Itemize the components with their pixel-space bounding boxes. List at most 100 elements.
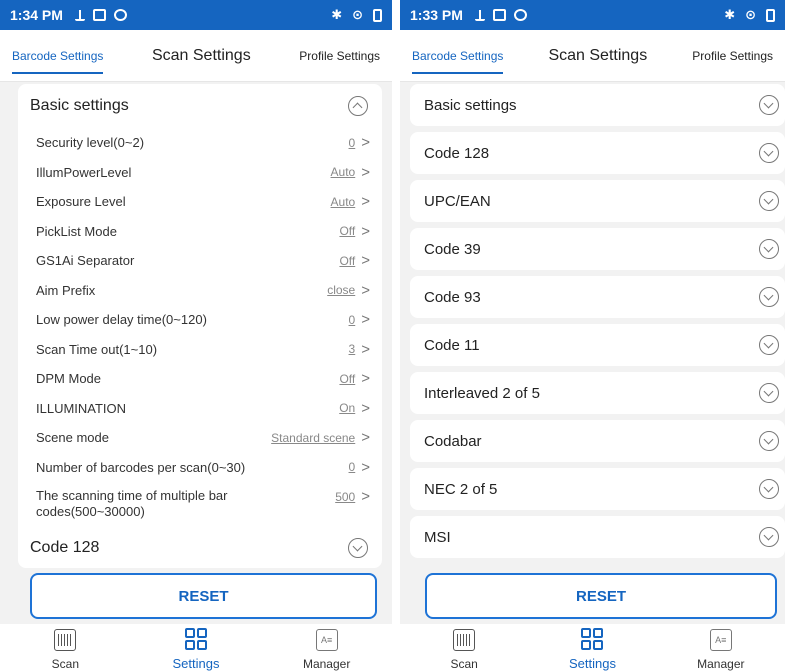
section-title: Basic settings [424, 96, 517, 114]
nav-settings[interactable]: Settings [151, 628, 241, 671]
chevron-down-icon[interactable] [759, 335, 779, 355]
nav-label: Manager [697, 657, 745, 671]
setting-row[interactable]: Exposure Level Auto > [18, 187, 382, 217]
chevron-down-icon[interactable] [759, 527, 779, 547]
wifi-icon: ⊙ [745, 7, 756, 22]
setting-row[interactable]: Scan Time out(1~10) 3 > [18, 335, 382, 365]
section-card[interactable]: Basic settings [410, 84, 785, 126]
section-card[interactable]: Code 93 [410, 276, 785, 318]
basic-settings-header[interactable]: Basic settings [18, 84, 382, 128]
nav-label: Manager [302, 657, 351, 671]
chevron-right-icon: > [361, 311, 370, 329]
status-bar: 1:33 PM ✱ ⊙ [400, 0, 785, 30]
nav-manager[interactable]: A≡ Manager [282, 629, 372, 671]
setting-value: Auto [330, 165, 356, 180]
section-card[interactable]: Code 128 [410, 132, 785, 174]
setting-row-multi-scan-time[interactable]: The scanning time of multiple bar codes(… [18, 482, 382, 522]
keyboard-icon [492, 9, 506, 21]
setting-label: Security level(0~2) [36, 135, 145, 151]
section-title: MSI [424, 528, 451, 546]
chevron-right-icon: > [361, 134, 370, 152]
section-card[interactable]: Code 11 [410, 324, 785, 366]
upload-icon [74, 9, 85, 21]
setting-label: DPM Mode [36, 371, 102, 387]
grid-icon [184, 628, 207, 650]
setting-row[interactable]: PickList Mode Off > [18, 217, 382, 247]
chevron-right-icon: > [361, 252, 370, 270]
chevron-right-icon: > [361, 458, 370, 476]
tab-bar: Barcode Settings Scan Settings Profile S… [0, 30, 392, 82]
chevron-down-icon[interactable] [759, 191, 779, 211]
chevron-down-icon[interactable] [759, 287, 779, 307]
setting-row[interactable]: Low power delay time(0~120) 0 > [18, 305, 382, 335]
setting-row[interactable]: Number of barcodes per scan(0~30) 0 > [18, 453, 382, 483]
setting-label: Scene mode [36, 430, 109, 446]
setting-row[interactable]: Security level(0~2) 0 > [18, 128, 382, 158]
setting-value: 0 [348, 135, 356, 150]
chevron-down-icon[interactable] [759, 239, 779, 259]
section-card[interactable]: Interleaved 2 of 5 [410, 372, 785, 414]
bottom-nav: Scan Settings A≡ Manager [400, 624, 785, 672]
setting-label: GS1Ai Separator [36, 253, 135, 269]
chevron-down-icon[interactable] [759, 431, 779, 451]
nav-scan[interactable]: Scan [419, 629, 509, 671]
setting-row[interactable]: DPM Mode Off > [18, 364, 382, 394]
setting-label: PickList Mode [36, 223, 117, 239]
section-title: Code 39 [424, 240, 481, 258]
chevron-right-icon: > [361, 488, 370, 505]
nav-settings[interactable]: Settings [547, 628, 637, 671]
setting-value: Standard scene [271, 430, 356, 445]
tab-scan-settings[interactable]: Scan Settings [152, 39, 251, 73]
setting-label: ILLUMINATION [36, 400, 127, 416]
reset-button[interactable]: RESET [425, 573, 777, 619]
section-card[interactable]: NEC 2 of 5 [410, 468, 785, 510]
setting-label: Exposure Level [36, 194, 126, 210]
chevron-down-icon[interactable] [759, 383, 779, 403]
section-card[interactable]: UPC/EAN [410, 180, 785, 222]
nav-manager[interactable]: A≡ Manager [676, 629, 766, 671]
chevron-down-icon[interactable] [759, 95, 779, 115]
setting-value: On [339, 401, 356, 416]
section-title: Interleaved 2 of 5 [424, 384, 540, 402]
right-screen: 1:33 PM ✱ ⊙ Barcode Settings Scan Settin… [400, 0, 785, 672]
tab-barcode-settings[interactable]: Barcode Settings [412, 41, 504, 74]
setting-label: Low power delay time(0~120) [36, 312, 207, 328]
setting-row[interactable]: Scene mode Standard scene > [18, 423, 382, 453]
keyboard-icon [92, 9, 106, 21]
wifi-icon: ⊙ [352, 7, 363, 22]
bluetooth-icon: ✱ [331, 7, 343, 22]
setting-row[interactable]: IllumPowerLevel Auto > [18, 158, 382, 188]
barcode-icon [54, 629, 77, 651]
grid-icon [581, 628, 604, 650]
tab-barcode-settings[interactable]: Barcode Settings [12, 41, 104, 74]
section-title: UPC/EAN [424, 192, 491, 210]
section-title: Code 11 [424, 336, 480, 354]
section-card[interactable]: Code 39 [410, 228, 785, 270]
section-card[interactable]: Codabar [410, 420, 785, 462]
setting-label: Number of barcodes per scan(0~30) [36, 459, 246, 475]
battery-icon [766, 8, 775, 22]
setting-row[interactable]: ILLUMINATION On > [18, 394, 382, 424]
chevron-right-icon: > [361, 429, 370, 447]
chevron-down-icon[interactable] [759, 479, 779, 499]
setting-row[interactable]: Aim Prefix close > [18, 276, 382, 306]
chevron-down-icon[interactable] [759, 143, 779, 163]
setting-row[interactable]: GS1Ai Separator Off > [18, 246, 382, 276]
manager-icon: A≡ [315, 629, 338, 651]
reset-button[interactable]: RESET [30, 573, 377, 619]
tab-scan-settings[interactable]: Scan Settings [548, 39, 647, 73]
setting-value: Off [339, 253, 356, 268]
code128-header[interactable]: Code 128 [18, 528, 382, 568]
section-card[interactable]: MSI [410, 516, 785, 558]
nav-label: Scan [51, 657, 79, 671]
bottom-nav: Scan Settings A≡ Manager [0, 624, 392, 672]
nav-scan[interactable]: Scan [20, 629, 110, 671]
chevron-down-icon[interactable] [348, 538, 368, 558]
nav-label: Settings [568, 656, 616, 671]
tab-profile-settings[interactable]: Profile Settings [299, 41, 380, 71]
sync-icon [513, 9, 527, 21]
battery-icon [373, 8, 382, 22]
code128-card[interactable]: Code 128 [18, 528, 382, 568]
chevron-up-icon[interactable] [348, 96, 368, 116]
tab-profile-settings[interactable]: Profile Settings [692, 41, 773, 71]
